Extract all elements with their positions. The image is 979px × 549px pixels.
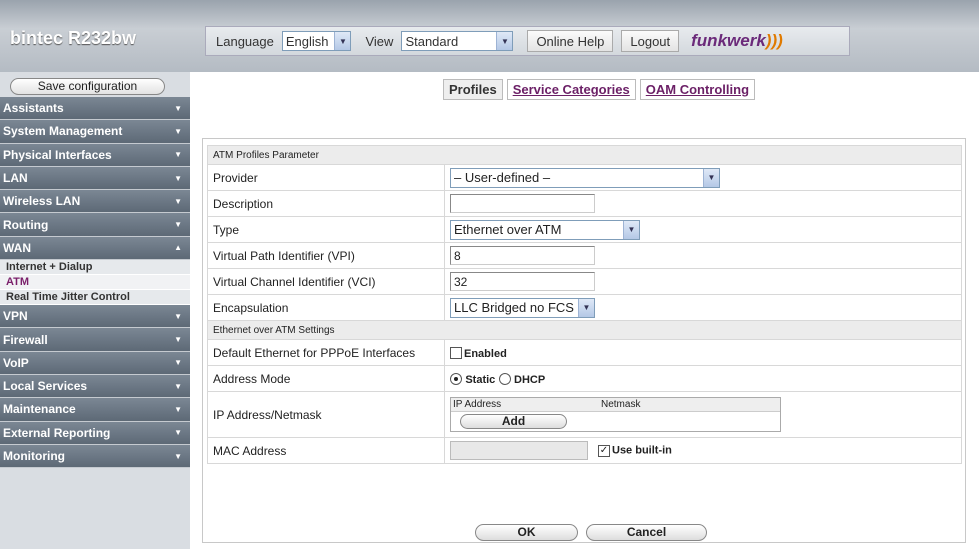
chevron-down-icon: ▼ — [174, 428, 182, 438]
chevron-down-icon: ▼ — [174, 220, 182, 230]
ip-table-header: IP Address Netmask — [451, 398, 780, 412]
chevron-down-icon: ▼ — [496, 32, 513, 50]
mac-address-label: MAC Address — [207, 437, 445, 464]
provider-select[interactable]: – User-defined – ▼ — [450, 167, 720, 188]
vpi-input[interactable]: 8 — [450, 246, 595, 265]
chevron-down-icon: ▼ — [174, 358, 182, 368]
header: bintec R232bw Language English ▼ View St… — [0, 0, 979, 72]
sidebar-item-voip[interactable]: VoIP ▼ — [0, 351, 190, 375]
tab-profiles[interactable]: Profiles — [443, 79, 503, 100]
sidebar-item-physical-interfaces[interactable]: Physical Interfaces ▼ — [0, 143, 190, 167]
vci-input[interactable]: 32 — [450, 272, 595, 291]
ip-address-column: IP Address — [453, 399, 502, 410]
sidebar-menu-top: Assistants ▼ System Management ▼ Physical … — [0, 97, 190, 469]
pppoe-enabled-checkbox[interactable] — [450, 347, 462, 360]
chevron-down-icon: ▼ — [334, 32, 351, 50]
type-label: Type — [207, 216, 445, 243]
language-select[interactable]: English ▼ — [281, 31, 352, 51]
form-actions: OK Cancel — [475, 524, 707, 541]
pppoe-label: Default Ethernet for PPPoE Interfaces — [207, 339, 445, 366]
vci-label: Virtual Channel Identifier (VCI) — [207, 268, 445, 295]
atm-profile-form: ATM Profiles Parameter Provider – User-d… — [207, 145, 962, 464]
chevron-up-icon: ▲ — [174, 243, 182, 253]
chevron-down-icon: ▼ — [174, 451, 182, 461]
chevron-down-icon: ▼ — [174, 150, 182, 160]
address-mode-label: Address Mode — [207, 365, 445, 392]
sidebar-item-monitoring[interactable]: Monitoring ▼ — [0, 444, 190, 469]
chevron-down-icon: ▼ — [578, 298, 594, 317]
chevron-down-icon: ▼ — [703, 168, 719, 187]
sidebar-item-lan[interactable]: LAN ▼ — [0, 166, 190, 191]
section-header: ATM Profiles Parameter — [207, 145, 962, 165]
sidebar-item-local-services[interactable]: Local Services ▼ — [0, 374, 190, 399]
sidebar: Save configuration Assistants ▼ System Ma… — [0, 72, 190, 549]
mac-address-input — [450, 441, 588, 460]
chevron-down-icon: ▼ — [174, 173, 182, 183]
chevron-down-icon: ▼ — [174, 196, 182, 206]
ip-netmask-label: IP Address/Netmask — [207, 391, 445, 438]
save-configuration-button[interactable]: Save configuration — [10, 78, 165, 95]
use-builtin-label: Use built-in — [612, 444, 672, 457]
netmask-column: Netmask — [601, 399, 641, 410]
dhcp-radio[interactable] — [498, 373, 511, 386]
language-label: Language — [216, 33, 274, 49]
sidebar-item-wan[interactable]: WAN ▲ — [0, 236, 190, 261]
description-label: Description — [207, 190, 445, 217]
sidebar-item-atm[interactable]: ATM — [0, 275, 190, 291]
sidebar-item-system-management[interactable]: System Management ▼ — [0, 120, 190, 144]
use-builtin-checkbox[interactable]: ✓ — [598, 444, 610, 457]
section-header: Ethernet over ATM Settings — [207, 320, 962, 340]
pppoe-enabled-label: Enabled — [464, 347, 507, 360]
sidebar-item-internet-dialup[interactable]: Internet + Dialup — [0, 260, 190, 276]
form-panel: ATM Profiles Parameter Provider – User-d… — [202, 138, 966, 543]
sidebar-item-real-time-jitter-control[interactable]: Real Time Jitter Control — [0, 290, 190, 306]
chevron-down-icon: ▼ — [174, 335, 182, 345]
top-toolbar: Language English ▼ View Standard ▼ Onlin… — [205, 26, 850, 56]
ip-netmask-table: IP Address Netmask Add — [450, 397, 781, 432]
sidebar-item-assistants[interactable]: Assistants ▼ — [0, 97, 190, 121]
online-help-button[interactable]: Online Help — [527, 30, 614, 52]
add-button[interactable]: Add — [460, 414, 567, 429]
sidebar-item-maintenance[interactable]: Maintenance ▼ — [0, 398, 190, 422]
dhcp-label: DHCP — [514, 373, 546, 386]
chevron-down-icon: ▼ — [174, 404, 182, 414]
static-label: Static — [465, 373, 496, 386]
wan-submenu: Internet + Dialup ATM Real Time Jitter C… — [0, 260, 190, 306]
tab-service-categories[interactable]: Service Categories — [506, 79, 636, 100]
sidebar-item-external-reporting[interactable]: External Reporting ▼ — [0, 421, 190, 445]
ok-button[interactable]: OK — [475, 524, 578, 541]
sidebar-item-vpn[interactable]: VPN ▼ — [0, 305, 190, 329]
view-label: View — [365, 33, 394, 49]
chevron-down-icon: ▼ — [174, 103, 182, 113]
provider-label: Provider — [207, 164, 445, 191]
description-input[interactable] — [450, 194, 595, 213]
chevron-down-icon: ▼ — [174, 311, 182, 321]
brand-title: bintec R232bw — [10, 28, 137, 48]
type-select[interactable]: Ethernet over ATM ▼ — [450, 219, 640, 240]
view-select[interactable]: Standard ▼ — [401, 31, 514, 51]
chevron-down-icon: ▼ — [623, 220, 639, 239]
encapsulation-select[interactable]: LLC Bridged no FCS ▼ — [450, 297, 595, 318]
funkwerk-logo: funkwerk))) — [691, 31, 783, 50]
sidebar-item-routing[interactable]: Routing ▼ — [0, 213, 190, 237]
chevron-down-icon: ▼ — [174, 381, 182, 391]
sidebar-item-wireless-lan[interactable]: Wireless LAN ▼ — [0, 190, 190, 214]
logout-button[interactable]: Logout — [621, 30, 680, 52]
encapsulation-label: Encapsulation — [207, 294, 445, 321]
chevron-down-icon: ▼ — [174, 126, 182, 136]
cancel-button[interactable]: Cancel — [586, 524, 707, 541]
static-radio[interactable] — [450, 373, 462, 386]
tab-bar: Profiles Service Categories OAM Controll… — [443, 79, 756, 100]
vpi-label: Virtual Path Identifier (VPI) — [207, 242, 445, 269]
tab-oam-controlling[interactable]: OAM Controlling — [639, 79, 756, 100]
sidebar-item-firewall[interactable]: Firewall ▼ — [0, 328, 190, 352]
